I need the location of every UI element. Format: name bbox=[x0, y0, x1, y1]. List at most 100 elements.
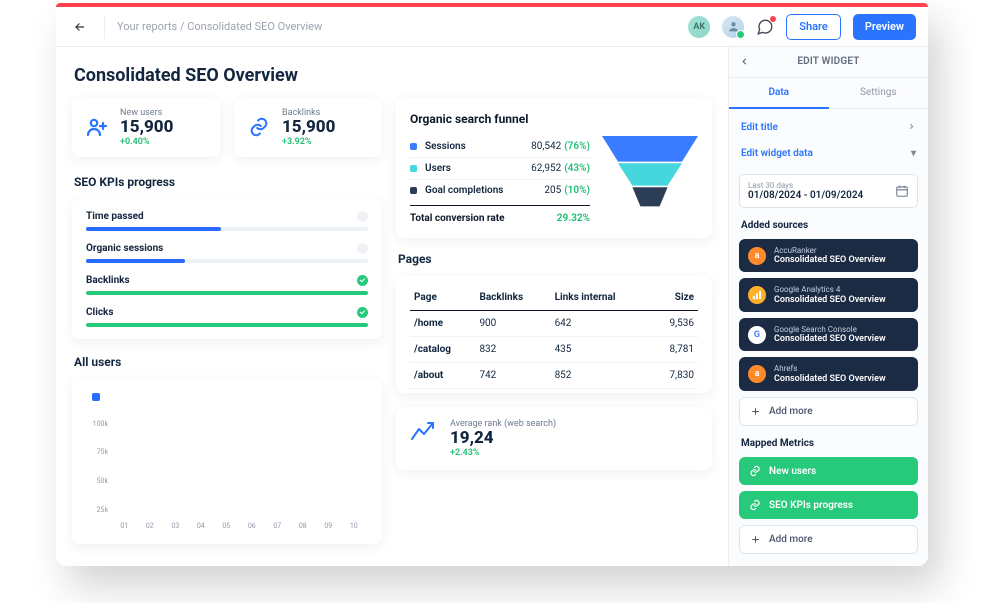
progress-fill bbox=[86, 227, 221, 231]
funnel-pct: (43%) bbox=[564, 163, 590, 174]
metric-card[interactable]: New users bbox=[739, 457, 918, 485]
kpi-label: Time passed bbox=[86, 211, 144, 222]
y-tick: 50k bbox=[86, 477, 108, 485]
source-name: Google Analytics 4 bbox=[774, 285, 886, 294]
edit-widget-data-button[interactable]: Edit widget data ▾ bbox=[739, 141, 918, 166]
cell-internal: 852 bbox=[551, 363, 651, 389]
stat-value: 15,900 bbox=[120, 118, 173, 137]
funnel-total: Total conversion rate29.32% bbox=[410, 205, 590, 224]
x-tick: 08 bbox=[293, 522, 313, 530]
sidebar-back-button[interactable] bbox=[729, 56, 759, 67]
source-card[interactable]: GGoogle Search ConsoleConsolidated SEO O… bbox=[739, 318, 918, 352]
stat-backlinks[interactable]: Backlinks 15,900 +3.92% bbox=[234, 98, 382, 157]
pages-card: Page Backlinks Links internal Size /home… bbox=[396, 276, 712, 393]
metric-label: New users bbox=[769, 466, 816, 477]
cell-backlinks: 742 bbox=[475, 363, 550, 389]
status-badge bbox=[357, 211, 368, 222]
source-sub: Consolidated SEO Overview bbox=[774, 255, 886, 265]
trend-icon bbox=[410, 419, 440, 446]
metric-card[interactable]: SEO KPIs progress bbox=[739, 491, 918, 519]
source-card[interactable]: Google Analytics 4Consolidated SEO Overv… bbox=[739, 278, 918, 312]
progress-fill bbox=[86, 323, 368, 327]
all-users-card: 100k75k50k25k 01 02 03 04 05 06 07 08 09… bbox=[72, 379, 382, 544]
share-button[interactable]: Share bbox=[786, 14, 841, 40]
cell-backlinks: 900 bbox=[475, 311, 550, 337]
x-tick: 10 bbox=[344, 522, 364, 530]
funnel-value: 62,952 bbox=[531, 163, 561, 174]
source-icon: a bbox=[748, 247, 766, 265]
chart-title: All users bbox=[74, 355, 382, 369]
source-name: AccuRanker bbox=[774, 246, 886, 255]
source-card[interactable]: a AccuRankerConsolidated SEO Overview bbox=[739, 239, 918, 273]
avatar[interactable]: AK bbox=[688, 16, 710, 38]
cell-page: /catalog bbox=[410, 337, 475, 363]
x-tick: 03 bbox=[165, 522, 185, 530]
x-tick: 04 bbox=[191, 522, 211, 530]
avg-delta: +2.43% bbox=[450, 448, 556, 458]
funnel-label: Sessions bbox=[425, 141, 531, 152]
status-badge bbox=[357, 243, 368, 254]
legend-dot bbox=[92, 393, 100, 401]
add-metric-button[interactable]: Add more bbox=[739, 525, 918, 554]
x-tick: 01 bbox=[114, 522, 134, 530]
date-range-picker[interactable]: Last 30 days 01/08/2024 - 01/09/2024 bbox=[739, 174, 918, 208]
th-internal: Links internal bbox=[551, 286, 651, 311]
chevron-left-icon bbox=[739, 56, 750, 67]
edit-title-label: Edit title bbox=[741, 122, 778, 133]
add-source-button[interactable]: Add more bbox=[739, 397, 918, 426]
user-icon bbox=[727, 20, 740, 33]
kpi-row: Organic sessions bbox=[86, 243, 368, 263]
kpi-card: Time passed Organic sessions Backlinks C… bbox=[72, 199, 382, 339]
y-tick: 100k bbox=[86, 420, 108, 428]
bullet-icon bbox=[410, 143, 417, 150]
funnel-row: Users 62,952 (43%) bbox=[410, 158, 590, 180]
funnel-row: Goal completions 205 (10%) bbox=[410, 180, 590, 201]
stat-delta: +0.40% bbox=[120, 137, 173, 147]
bar-chart: 100k75k50k25k 01 02 03 04 05 06 07 08 09… bbox=[86, 410, 368, 532]
funnel-title: Organic search funnel bbox=[410, 112, 698, 126]
cell-size: 7,830 bbox=[651, 363, 698, 389]
x-tick: 02 bbox=[140, 522, 160, 530]
funnel-value: 205 bbox=[544, 185, 561, 196]
table-row[interactable]: /catalog 832 435 8,781 bbox=[410, 337, 698, 363]
cell-size: 9,536 bbox=[651, 311, 698, 337]
sidebar-title: EDIT WIDGET bbox=[759, 56, 928, 67]
avatar[interactable] bbox=[722, 16, 744, 38]
average-rank-card: Average rank (web search) 19,24 +2.43% bbox=[396, 407, 712, 470]
back-button[interactable] bbox=[68, 20, 92, 34]
progress-fill bbox=[86, 291, 368, 295]
funnel-icon bbox=[602, 136, 698, 216]
edit-title-button[interactable]: Edit title bbox=[739, 115, 918, 141]
funnel-card: Organic search funnel Sessions 80,542 (7… bbox=[396, 98, 712, 238]
notifications-button[interactable] bbox=[756, 18, 774, 36]
source-sub: Consolidated SEO Overview bbox=[774, 295, 886, 305]
source-card[interactable]: aAhrefsConsolidated SEO Overview bbox=[739, 357, 918, 391]
progress-track bbox=[86, 291, 368, 295]
tab-settings[interactable]: Settings bbox=[829, 78, 929, 108]
funnel-row: Sessions 80,542 (76%) bbox=[410, 136, 590, 158]
cell-size: 8,781 bbox=[651, 337, 698, 363]
y-tick: 25k bbox=[86, 506, 108, 514]
progress-track bbox=[86, 259, 368, 263]
table-row[interactable]: /about 742 852 7,830 bbox=[410, 363, 698, 389]
plus-icon bbox=[750, 406, 761, 417]
funnel-pct: (76%) bbox=[564, 141, 590, 152]
tab-data[interactable]: Data bbox=[729, 78, 829, 109]
pages-table: Page Backlinks Links internal Size /home… bbox=[410, 286, 698, 389]
added-sources-title: Added sources bbox=[741, 220, 916, 231]
bullet-icon bbox=[410, 165, 417, 172]
progress-track bbox=[86, 227, 368, 231]
add-more-label: Add more bbox=[769, 534, 813, 545]
preview-button[interactable]: Preview bbox=[853, 14, 916, 40]
cell-internal: 642 bbox=[551, 311, 651, 337]
funnel-value: 80,542 bbox=[531, 141, 561, 152]
edit-data-label: Edit widget data bbox=[741, 148, 813, 159]
stat-new-users[interactable]: New users 15,900 +0.40% bbox=[72, 98, 220, 157]
arrow-left-icon bbox=[73, 20, 87, 34]
funnel-label: Users bbox=[425, 163, 531, 174]
source-name: Google Search Console bbox=[774, 325, 886, 334]
page-title: Consolidated SEO Overview bbox=[74, 65, 712, 86]
table-row[interactable]: /home 900 642 9,536 bbox=[410, 311, 698, 337]
mapped-metrics-title: Mapped Metrics bbox=[741, 438, 916, 449]
bullet-icon bbox=[410, 187, 417, 194]
